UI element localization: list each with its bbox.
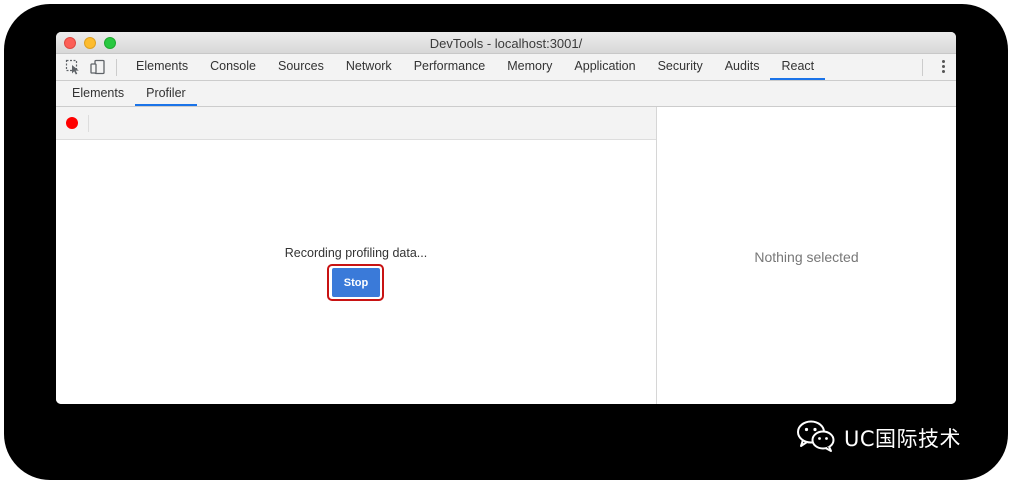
react-subtabs: Elements Profiler xyxy=(56,81,956,107)
wechat-icon xyxy=(796,419,836,458)
tab-react[interactable]: React xyxy=(770,54,826,80)
empty-selection-text: Nothing selected xyxy=(754,249,859,265)
watermark: UC国际技术 xyxy=(796,420,961,456)
profiler-toolbar xyxy=(56,107,656,140)
subtab-profiler[interactable]: Profiler xyxy=(135,81,197,106)
kebab-menu-icon[interactable] xyxy=(942,60,946,74)
tab-memory[interactable]: Memory xyxy=(496,54,563,80)
device-toolbar-icon[interactable] xyxy=(90,59,106,75)
tab-security[interactable]: Security xyxy=(647,54,714,80)
main-toolbar: Elements Console Sources Network Perform… xyxy=(56,54,956,81)
title-bar: DevTools - localhost:3001/ xyxy=(56,32,956,54)
tab-application[interactable]: Application xyxy=(563,54,646,80)
tab-sources[interactable]: Sources xyxy=(267,54,335,80)
tab-network[interactable]: Network xyxy=(335,54,403,80)
toolbar-divider xyxy=(116,59,117,76)
toolbar-divider-right xyxy=(922,59,923,76)
window-title: DevTools - localhost:3001/ xyxy=(429,36,583,51)
tab-performance[interactable]: Performance xyxy=(403,54,497,80)
watermark-text: UC国际技术 xyxy=(844,427,962,451)
devtools-window: DevTools - localhost:3001/ Elements Cons… xyxy=(56,32,956,404)
recording-status: Recording profiling data... xyxy=(284,246,428,260)
record-icon[interactable] xyxy=(66,117,78,129)
profiler-pane: Recording profiling data... Stop xyxy=(56,107,656,404)
stop-button[interactable]: Stop xyxy=(332,268,380,297)
inspect-element-icon[interactable] xyxy=(65,59,81,75)
profiler-toolbar-divider xyxy=(88,115,89,132)
tab-console[interactable]: Console xyxy=(199,54,267,80)
panel-tabs: Elements Console Sources Network Perform… xyxy=(125,54,826,80)
tab-audits[interactable]: Audits xyxy=(714,54,771,80)
tab-elements[interactable]: Elements xyxy=(125,54,199,80)
details-pane: Nothing selected xyxy=(657,107,956,404)
subtab-elements[interactable]: Elements xyxy=(61,81,135,106)
